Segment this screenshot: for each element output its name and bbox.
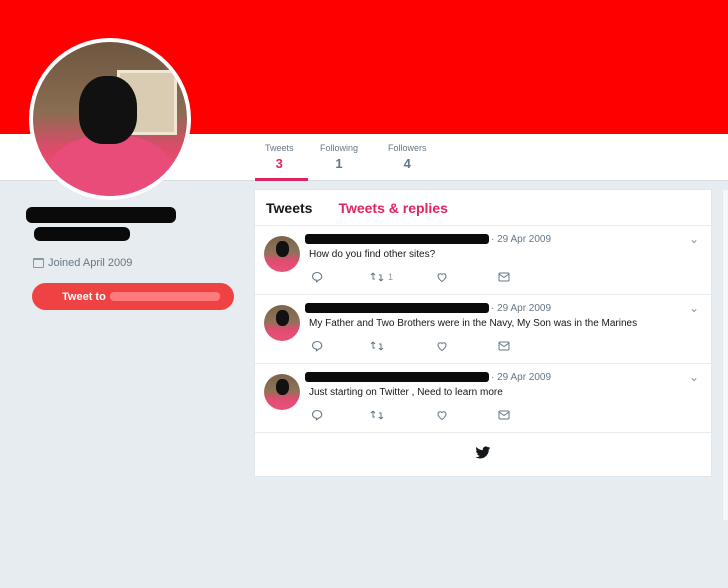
tweet-author-redaction (305, 372, 489, 382)
joined-date: Joined April 2009 (33, 257, 132, 269)
reply-icon[interactable] (311, 271, 370, 283)
stat-following-label: Following (320, 143, 359, 153)
retweet-icon[interactable] (370, 340, 436, 352)
stat-followers-label: Followers (388, 143, 427, 153)
stat-following[interactable]: Following 1 (320, 143, 358, 171)
calendar-icon (33, 258, 44, 268)
chevron-down-icon[interactable]: ⌄ (689, 232, 699, 246)
tweet-date[interactable]: · 29 Apr 2009 (491, 234, 551, 245)
tweet-actions: 1 (311, 271, 510, 283)
tweet-item[interactable]: · 29 Apr 2009 ⌄ How do you find other si… (255, 226, 711, 295)
tweet-avatar[interactable] (264, 305, 300, 341)
chevron-down-icon[interactable]: ⌄ (689, 370, 699, 384)
timeline-tabs: Tweets Tweets & replies (255, 190, 711, 226)
timeline-footer (255, 433, 711, 477)
tweet-actions (311, 340, 510, 352)
timeline: Tweets Tweets & replies · 29 Apr 2009 ⌄ … (254, 189, 712, 477)
tweet-avatar[interactable] (264, 374, 300, 410)
retweet-count: 1 (388, 272, 394, 282)
right-column-edge (722, 190, 728, 520)
stat-followers[interactable]: Followers 4 (388, 143, 427, 171)
retweet-icon[interactable] (370, 409, 436, 421)
tab-tweets[interactable]: Tweets (266, 200, 312, 216)
heart-icon[interactable] (436, 271, 498, 283)
tweet-date[interactable]: · 29 Apr 2009 (491, 303, 551, 314)
heart-icon[interactable] (436, 340, 498, 352)
tweet-text: My Father and Two Brothers were in the N… (309, 318, 638, 329)
profile-name-redaction (26, 207, 176, 223)
envelope-icon[interactable] (498, 410, 510, 420)
stat-tweets[interactable]: Tweets 3 (265, 143, 294, 171)
avatar-redaction (79, 76, 137, 144)
tweet-date[interactable]: · 29 Apr 2009 (491, 372, 551, 383)
retweet-icon[interactable]: 1 (370, 271, 436, 283)
reply-icon[interactable] (311, 340, 370, 352)
joined-text: Joined April 2009 (48, 257, 133, 269)
tweet-actions (311, 409, 510, 421)
avatar-photo (33, 42, 187, 196)
envelope-icon[interactable] (498, 341, 510, 351)
tab-tweets-replies[interactable]: Tweets & replies (338, 200, 447, 216)
tweet-avatar[interactable] (264, 236, 300, 272)
stat-followers-value: 4 (403, 156, 411, 171)
tweet-author-redaction (305, 303, 489, 313)
chevron-down-icon[interactable]: ⌄ (689, 301, 699, 315)
stat-tweets-label: Tweets (265, 143, 294, 153)
reply-icon[interactable] (311, 409, 370, 421)
tweet-text: How do you find other sites? (309, 249, 436, 260)
tweet-to-redaction (109, 292, 220, 301)
tweet-text: Just starting on Twitter , Need to learn… (309, 387, 503, 398)
stat-following-value: 1 (335, 156, 343, 171)
tweet-item[interactable]: · 29 Apr 2009 ⌄ Just starting on Twitter… (255, 364, 711, 433)
profile-handle-redaction (34, 227, 130, 241)
active-stat-underline (255, 178, 308, 181)
profile-avatar[interactable] (29, 38, 191, 200)
tweet-to-label: Tweet to (62, 290, 106, 303)
tweet-item[interactable]: · 29 Apr 2009 ⌄ My Father and Two Brothe… (255, 295, 711, 364)
twitter-bird-icon (475, 445, 491, 465)
tweet-to-button[interactable]: Tweet to (32, 283, 234, 310)
heart-icon[interactable] (436, 409, 498, 421)
envelope-icon[interactable] (498, 272, 510, 282)
tweet-author-redaction (305, 234, 489, 244)
stat-tweets-value: 3 (275, 156, 283, 171)
